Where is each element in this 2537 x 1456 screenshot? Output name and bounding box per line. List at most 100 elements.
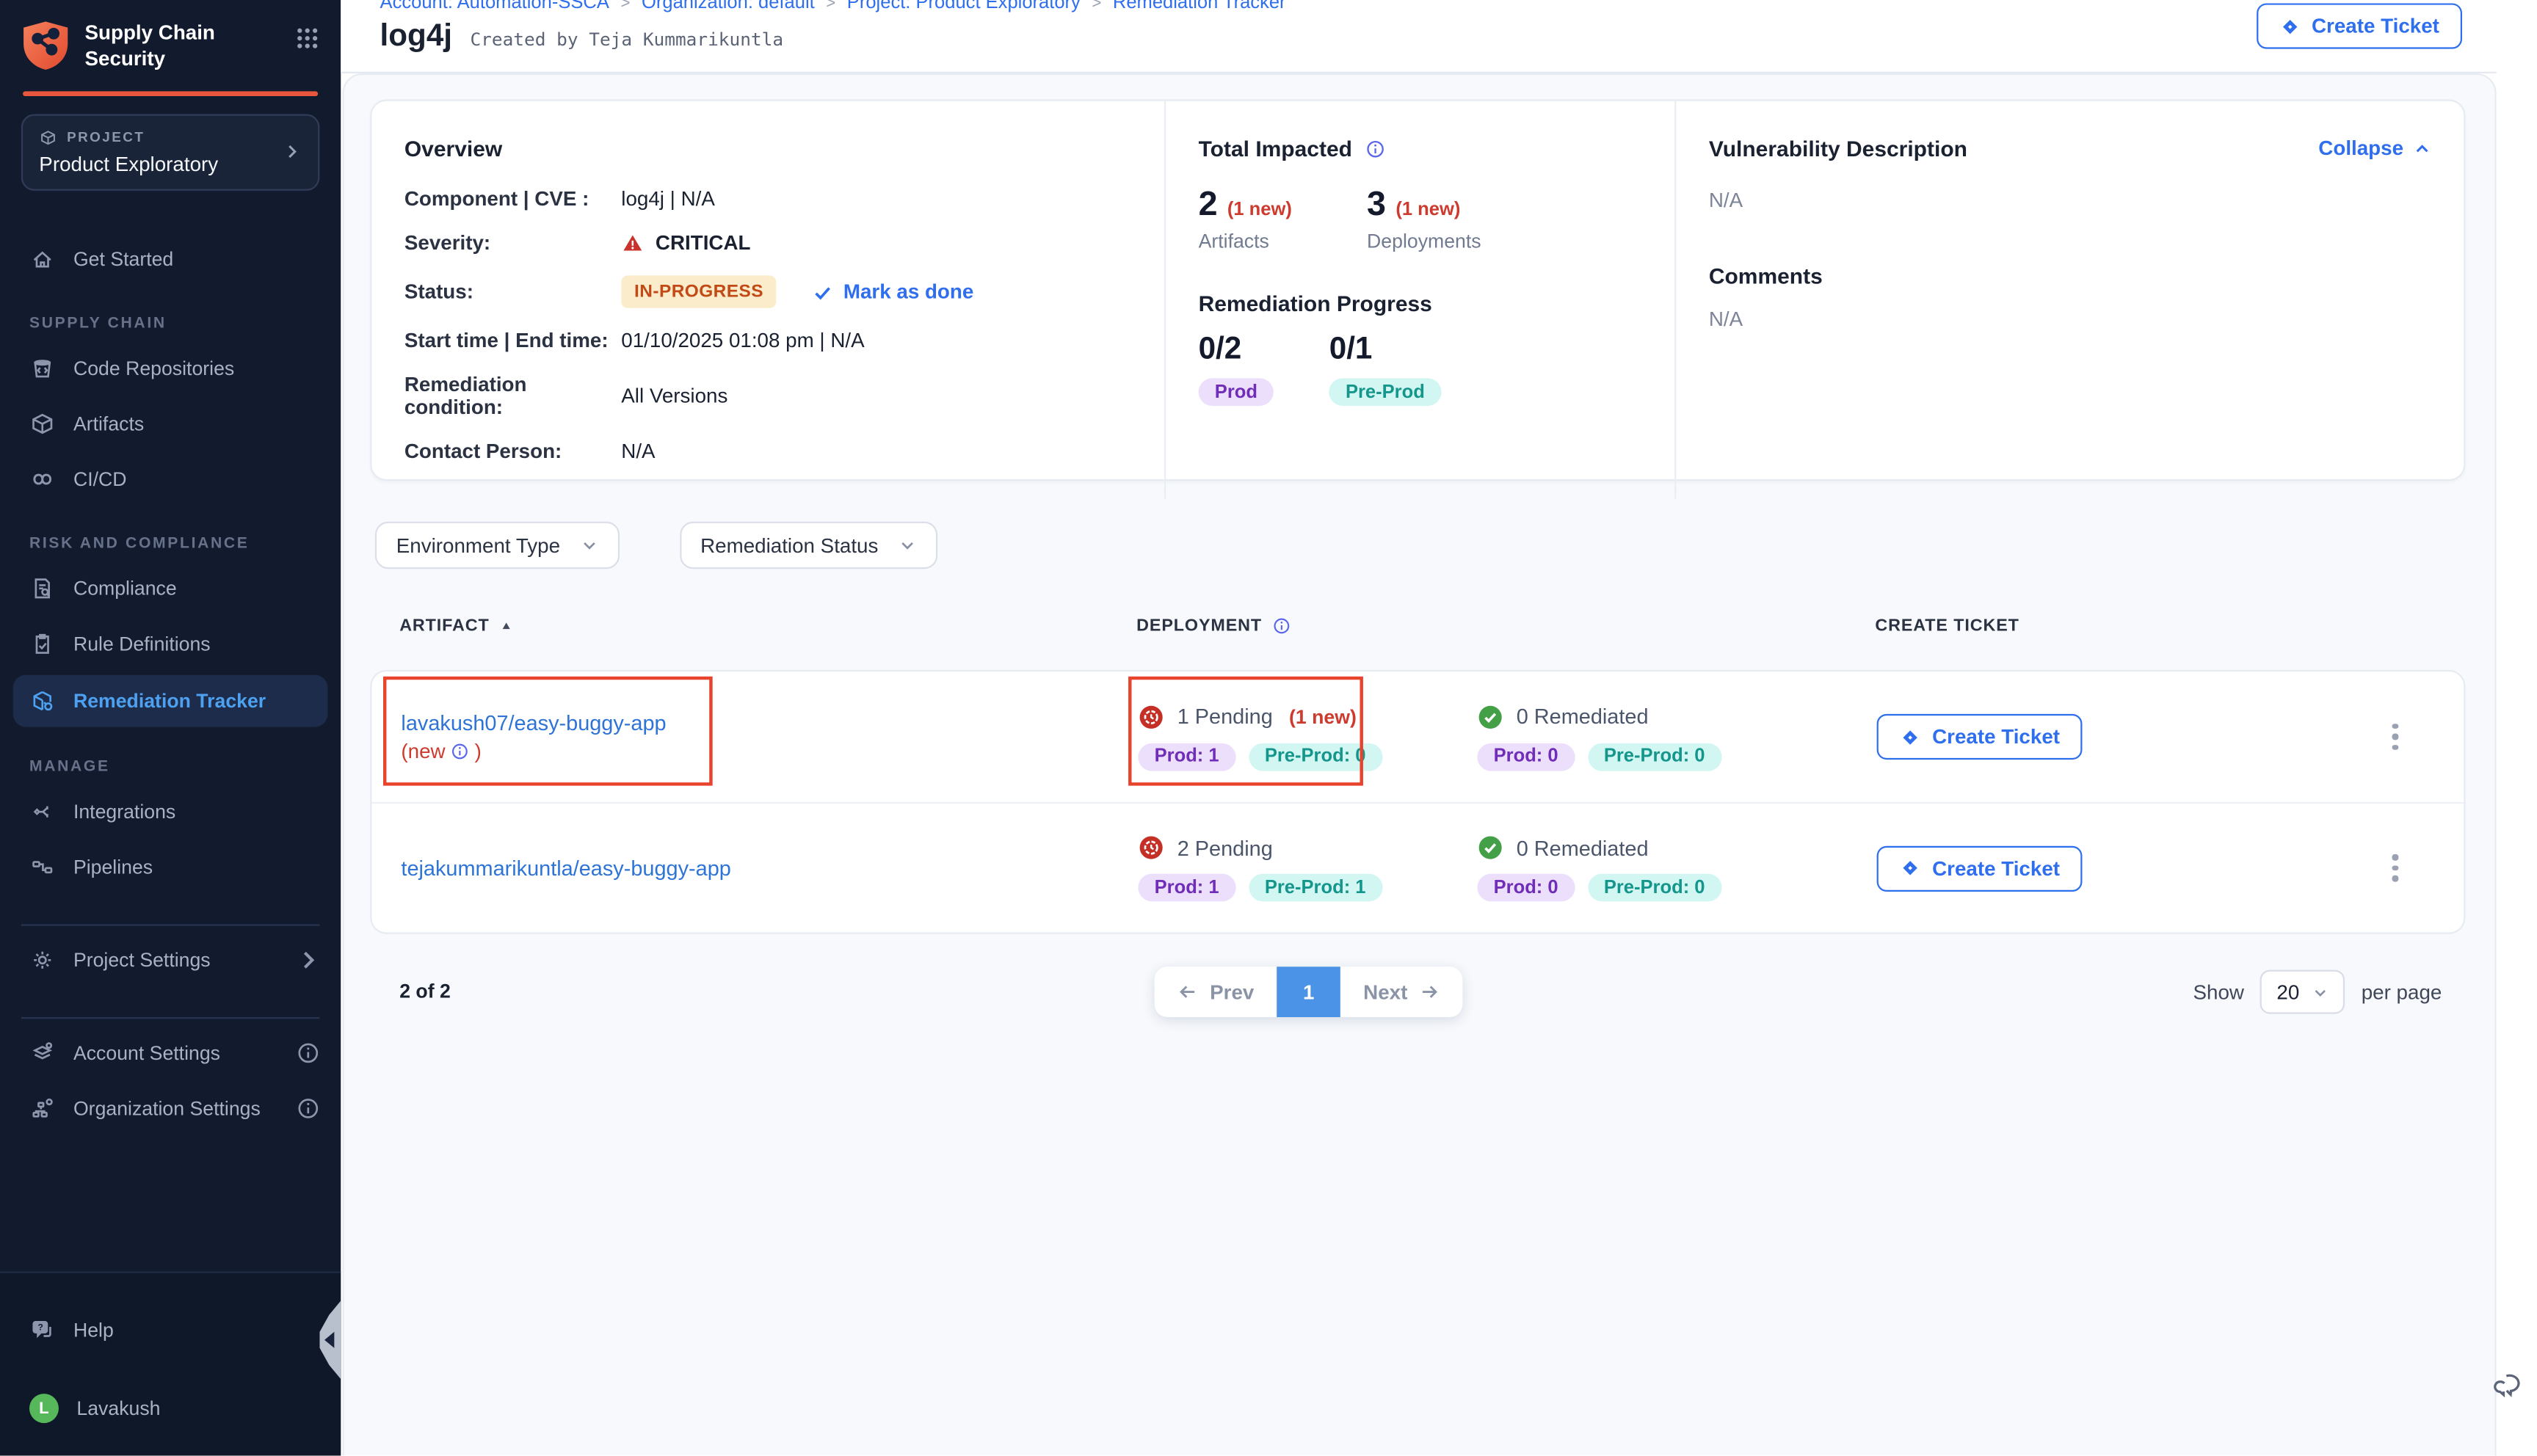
page-title: log4j (380, 20, 452, 56)
deployments-new-badge: (1 new) (1395, 200, 1460, 220)
impacted-artifacts-stat: 2(1 new) Artifacts (1199, 186, 1292, 252)
topbar: Account: Automation-SSCA > Organization:… (341, 0, 2496, 73)
comments-value: N/A (1709, 308, 2431, 331)
breadcrumb-remediation-tracker[interactable]: Remediation Tracker (1113, 0, 1286, 13)
create-ticket-button-header[interactable]: Create Ticket (2256, 3, 2462, 48)
info-icon[interactable] (1271, 616, 1291, 636)
show-label: Show (2193, 980, 2244, 1003)
sidebar-item-project-settings[interactable]: Project Settings (0, 931, 341, 987)
row-actions-cell (2327, 717, 2464, 757)
column-header-artifact[interactable]: ARTIFACT (370, 616, 1112, 636)
pending-icon (1138, 834, 1164, 861)
prev-page-button[interactable]: Prev (1155, 967, 1277, 1017)
info-icon[interactable] (450, 742, 470, 762)
sidebar-item-code-repositories[interactable]: Code Repositories (0, 340, 341, 396)
sidebar-item-rule-definitions[interactable]: Rule Definitions (0, 616, 341, 671)
sidebar-item-compliance[interactable]: Compliance (0, 560, 341, 616)
sidebar-item-organization-settings[interactable]: Organization Settings (0, 1080, 341, 1136)
info-icon[interactable] (295, 1039, 322, 1066)
home-icon (29, 245, 56, 272)
severity-value: CRITICAL (656, 231, 751, 254)
remediated-count: 0 Remediated (1517, 705, 1649, 729)
filter-label: Environment Type (396, 534, 560, 556)
sidebar-item-label: Integrations (73, 799, 175, 822)
sidebar-item-help[interactable]: ? Help (0, 1303, 341, 1358)
project-eyebrow-label: PROJECT (67, 128, 145, 145)
collapse-button[interactable]: Collapse (2318, 137, 2431, 160)
info-icon[interactable] (1365, 139, 1387, 160)
project-selector[interactable]: PROJECT Product Exploratory (21, 113, 319, 189)
artifacts-new-badge: (1 new) (1227, 200, 1292, 220)
impacted-deployments-stat: 3(1 new) Deployments (1367, 186, 1481, 252)
support-chat-icon[interactable] (2491, 1369, 2527, 1405)
per-page-select[interactable]: 20 (2260, 970, 2345, 1014)
artifact-link[interactable]: tejakummarikuntla/easy-buggy-app (401, 856, 1114, 880)
sidebar-item-account-settings[interactable]: Account Settings (0, 1024, 341, 1080)
project-cube-icon (39, 128, 57, 145)
sidebar-item-label: Get Started (73, 247, 173, 270)
column-header-spacer (1446, 616, 1845, 636)
chevron-down-icon (580, 536, 598, 554)
create-ticket-button-row[interactable]: Create Ticket (1877, 714, 2083, 760)
create-ticket-cell: Create Ticket (1848, 714, 2327, 760)
preprod-badge: Pre-Prod (1329, 378, 1441, 406)
overview-heading: Overview (404, 137, 1132, 161)
sidebar-item-get-started[interactable]: Get Started (0, 230, 341, 286)
prod-count-badge: Prod: 0 (1477, 743, 1574, 771)
app-name: Supply Chain Security (85, 20, 235, 73)
sidebar-item-remediation-tracker[interactable]: Remediation Tracker (13, 674, 328, 726)
overview-column: Overview Component | CVE : log4j | N/A S… (371, 101, 1164, 499)
button-label: Create Ticket (1932, 856, 2060, 879)
deployments-count: 3 (1367, 186, 1386, 225)
breadcrumb-account[interactable]: Account: Automation-SSCA (380, 0, 609, 13)
help-chat-icon: ? (29, 1317, 56, 1344)
diamond-ticket-icon (1900, 727, 1921, 748)
sidebar-header: Supply Chain Security (0, 0, 341, 86)
info-icon[interactable] (295, 1095, 322, 1121)
remediation-tracker-icon (29, 687, 56, 713)
brand-divider (23, 90, 318, 95)
chevron-up-icon (2413, 139, 2431, 157)
org-chart-gear-icon (29, 1095, 56, 1121)
artifact-link[interactable]: lavakush07/easy-buggy-app (401, 710, 1114, 735)
create-ticket-cell: Create Ticket (1848, 845, 2327, 891)
pagination: Prev 1 Next (1155, 967, 1463, 1017)
create-ticket-button-row[interactable]: Create Ticket (1877, 845, 2083, 891)
sidebar-item-integrations[interactable]: Integrations (0, 783, 341, 839)
sidebar-user[interactable]: L Lavakush (0, 1380, 341, 1436)
remediation-table: lavakush07/easy-buggy-app (new ) 1 Pendi… (370, 670, 2465, 934)
screen: Supply Chain Security PROJECT (0, 0, 2537, 1456)
mark-as-done-button[interactable]: Mark as done (813, 280, 974, 303)
remediation-status-filter[interactable]: Remediation Status (679, 522, 937, 569)
environment-type-filter[interactable]: Environment Type (375, 522, 619, 569)
button-label: Create Ticket (2312, 15, 2439, 37)
vulnerability-description-heading: Vulnerability Description (1709, 137, 1967, 161)
button-label: Create Ticket (1932, 725, 2060, 748)
sidebar-item-label: Compliance (73, 576, 177, 599)
button-label: Prev (1210, 980, 1254, 1003)
sidebar-item-pipelines[interactable]: Pipelines (0, 839, 341, 895)
sidebar-item-cicd[interactable]: CI/CD (0, 451, 341, 506)
kebab-menu-icon[interactable] (2386, 848, 2405, 888)
button-label: Next (1363, 980, 1407, 1003)
page-subtitle: Created by Teja Kummarikuntla (470, 29, 783, 51)
remediated-icon (1477, 703, 1503, 729)
sidebar-footer: ? Help L Lavakush (0, 1272, 341, 1456)
next-page-button[interactable]: Next (1340, 967, 1463, 1017)
kebab-menu-icon[interactable] (2386, 717, 2405, 757)
per-page-control: Show 20 per page (2193, 970, 2442, 1014)
sidebar-item-artifacts[interactable]: Artifacts (0, 396, 341, 451)
preprod-count-badge: Pre-Prod: 0 (1588, 743, 1721, 771)
pipelines-icon (29, 853, 56, 880)
overview-card: Overview Component | CVE : log4j | N/A S… (370, 99, 2465, 481)
new-tag: (new (401, 740, 445, 762)
apps-grid-icon[interactable] (295, 26, 319, 51)
sidebar-item-label: Help (73, 1319, 114, 1342)
status-label: Status: (404, 280, 621, 303)
artifact-cell: lavakush07/easy-buggy-app (new ) (371, 710, 1114, 762)
diamond-ticket-icon (2279, 15, 2301, 37)
breadcrumb-organization[interactable]: Organization: default (642, 0, 815, 13)
page-number-button[interactable]: 1 (1277, 967, 1340, 1017)
pending-count: 1 Pending (1177, 705, 1273, 729)
breadcrumb-project[interactable]: Project: Product Exploratory (847, 0, 1081, 13)
